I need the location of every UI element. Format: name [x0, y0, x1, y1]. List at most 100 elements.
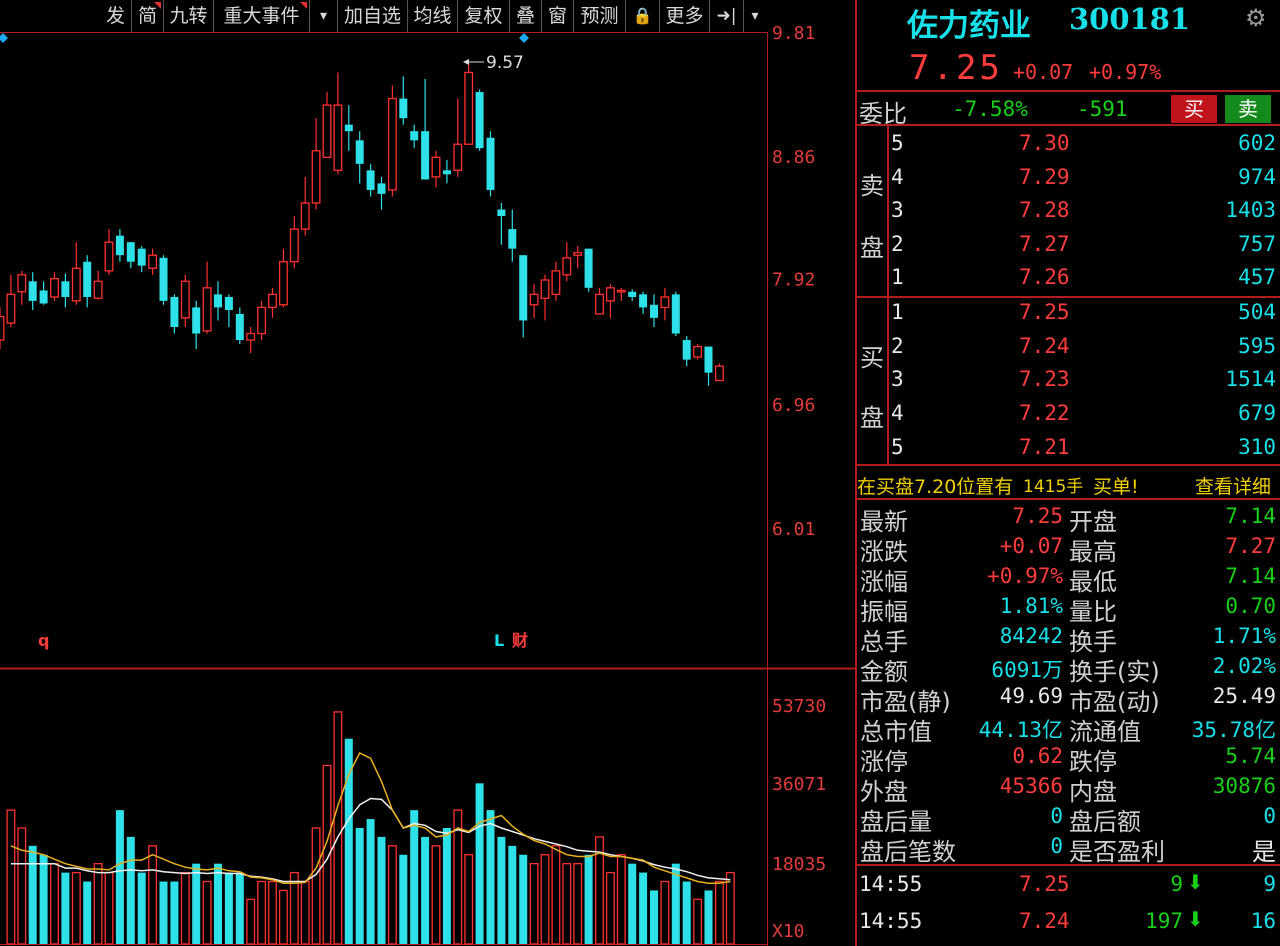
marker-cai[interactable]: 财 — [511, 631, 528, 650]
tick-time: 14:55 — [859, 909, 923, 933]
orderbook-level: 5 — [891, 435, 904, 459]
toolbar-jian-button[interactable]: 简 — [132, 0, 164, 32]
candle-body-up — [180, 280, 190, 319]
candle-body-up — [573, 251, 583, 256]
toolbar-expand-icon[interactable]: ➜| — [710, 0, 744, 32]
toolbar-fa-button[interactable]: 发 — [100, 0, 132, 32]
candle-body-down — [475, 92, 484, 149]
marker-l[interactable]: L — [494, 631, 504, 650]
stat-value: 7.14 — [1225, 564, 1276, 588]
candle-body-up — [268, 293, 277, 309]
candle-body-up — [257, 306, 267, 335]
stat-value: 0.62 — [1012, 744, 1063, 768]
volume-bar-down — [497, 836, 506, 944]
volume-bar-up — [540, 854, 550, 945]
stock-code: 300181 — [1069, 2, 1191, 36]
orderbook-side-divider — [887, 126, 889, 464]
marker-q[interactable]: q — [38, 631, 49, 650]
high-annotation-label: 9.57 — [486, 53, 524, 73]
orderbook-price: 7.23 — [1019, 367, 1070, 391]
toolbar-lock-icon[interactable]: 🔒 — [626, 0, 660, 32]
toolbar-forecast-button[interactable]: 预测 — [574, 0, 626, 32]
candle-body-up — [387, 97, 397, 191]
down-arrow-icon: ⬇ — [1187, 870, 1204, 894]
toolbar-add-watchlist-button[interactable]: 加自选 — [338, 0, 408, 32]
marker-diamond-left[interactable] — [0, 33, 8, 43]
high-annotation: 9.57 — [463, 53, 524, 73]
orderbook-volume: 1514 — [1225, 367, 1276, 391]
sell-side-label-1: 卖 — [860, 172, 884, 200]
orderbook-level: 4 — [891, 401, 904, 425]
volume-bar-down — [61, 872, 70, 944]
divider — [857, 124, 1280, 126]
buy-side-label-1: 买 — [860, 344, 884, 372]
price-axis-label: 6.01 — [772, 519, 815, 540]
kline-chart[interactable]: 9.818.867.926.966.01 537303607118035X10 … — [0, 0, 855, 946]
tick-volume: 9 — [1170, 872, 1183, 896]
gear-icon[interactable]: ⚙ — [1245, 4, 1267, 32]
tick-time: 14:55 — [859, 872, 923, 896]
candle-body-up — [246, 332, 256, 341]
volume-bar-up — [71, 871, 81, 945]
price-axis: 9.81 8.86 7.92 6.96 6.01 — [772, 23, 815, 540]
toolbar-events-dropdown-icon[interactable]: ▾ — [310, 0, 338, 32]
volume-bars-group — [6, 711, 735, 945]
toolbar-window-button[interactable]: 窗 — [542, 0, 574, 32]
toolbar: 发 简 九转 重大事件 ▾ 加自选 均线 复权 叠 窗 预测 🔒 更多 ➜| ▾ — [0, 0, 768, 32]
volume-bar-up — [104, 871, 114, 945]
candle-body-up — [6, 293, 16, 324]
volume-bar-down — [83, 881, 92, 944]
volume-bar-up — [6, 809, 16, 945]
orderbook-level: 3 — [891, 198, 904, 222]
down-arrow-icon: ⬇ — [1187, 907, 1204, 931]
stat-value: 45366 — [999, 774, 1063, 798]
candle-body-up — [453, 143, 463, 172]
buy-side-label-2: 盘 — [860, 404, 884, 432]
toolbar-more-button[interactable]: 更多 — [660, 0, 710, 32]
stat-value: 是 — [1252, 838, 1276, 866]
candle-body-down — [442, 170, 451, 175]
toolbar-events-button[interactable]: 重大事件 — [214, 0, 310, 32]
divider — [857, 498, 1280, 500]
orderbook-level: 2 — [891, 334, 904, 358]
volume-bar-up — [605, 871, 615, 945]
orderbook-price: 7.21 — [1019, 435, 1070, 459]
toolbar-overlay-button[interactable]: 叠 — [510, 0, 542, 32]
candle-body-down — [650, 304, 658, 318]
candle-body-up — [202, 287, 212, 332]
marker-diamond-right[interactable] — [519, 33, 529, 43]
volume-bar-down — [682, 881, 691, 944]
orderbook-price: 7.28 — [1019, 198, 1070, 222]
volume-bar-down — [137, 872, 146, 944]
notice-text: 在买盘7.20位置有 — [857, 476, 1014, 498]
orderbook-volume: 310 — [1238, 435, 1276, 459]
volume-bar-up — [387, 845, 397, 945]
candle-body-up — [595, 293, 604, 315]
volume-bar-up — [257, 880, 267, 945]
candle-body-down — [192, 307, 201, 334]
volume-bar-up — [693, 898, 703, 945]
divider — [857, 464, 1280, 466]
volume-axis-label: 53730 — [772, 696, 826, 717]
toolbar-adjust-button[interactable]: 复权 — [458, 0, 510, 32]
volume-bar-down — [159, 881, 168, 944]
volume-bar-down — [704, 890, 713, 944]
weibi-pct: -7.58% — [952, 97, 1028, 121]
stat-value: 7.27 — [1225, 534, 1276, 558]
candle-body-down — [159, 257, 168, 301]
buy-button[interactable]: 买 — [1171, 95, 1217, 123]
stat-value: +0.97% — [987, 564, 1063, 588]
orderbook-volume: 457 — [1238, 265, 1276, 289]
sell-button[interactable]: 卖 — [1225, 95, 1271, 123]
volume-bar-down — [192, 863, 201, 944]
candle-body-up — [148, 254, 158, 269]
toolbar-jiuzhuan-button[interactable]: 九转 — [164, 0, 214, 32]
view-detail-link[interactable]: 查看详细 — [1195, 472, 1271, 499]
divider — [857, 90, 1280, 92]
toolbar-more-dropdown-icon[interactable]: ▾ — [744, 0, 766, 32]
candle-body-down — [704, 346, 713, 373]
price-change-pct: +0.97% — [1089, 60, 1162, 84]
toolbar-ma-button[interactable]: 均线 — [408, 0, 458, 32]
candle-body-up — [551, 270, 561, 296]
stat-value: 7.25 — [1012, 504, 1063, 528]
